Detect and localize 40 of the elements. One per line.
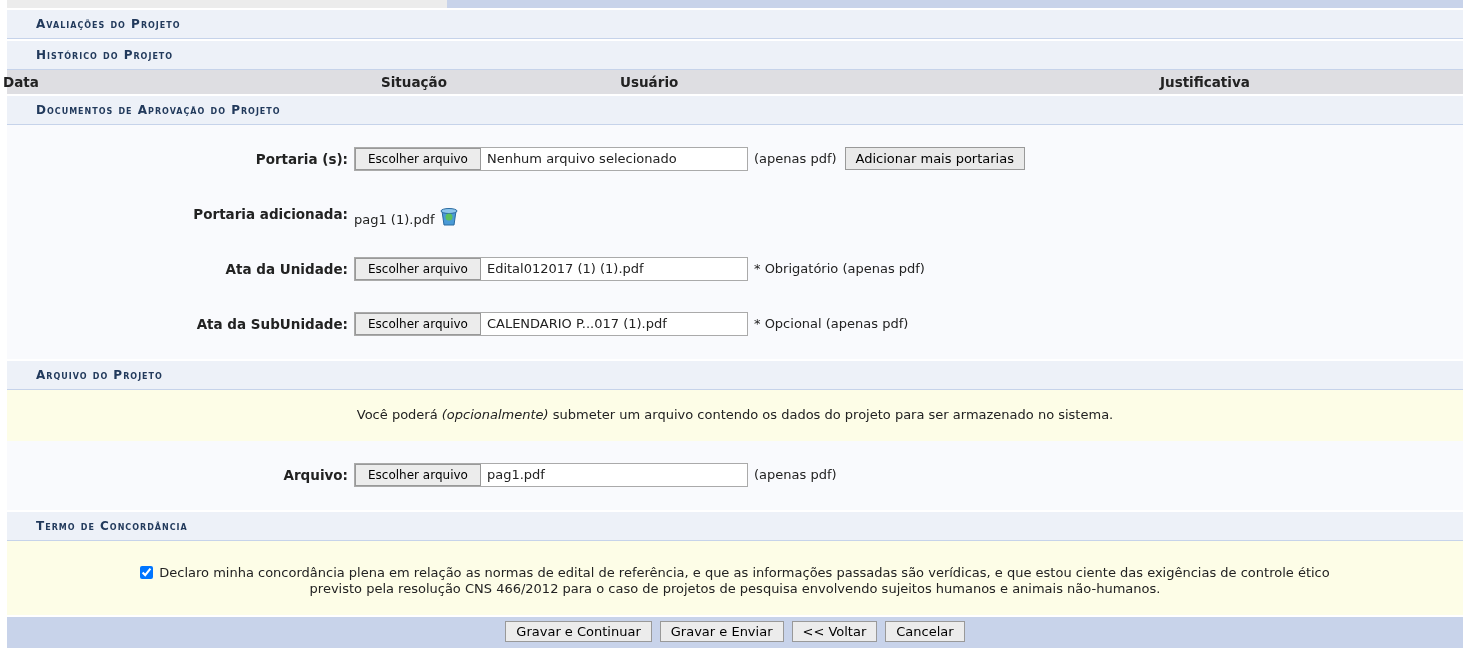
column-header: Situação [380,74,448,90]
column-header: Usuário [619,74,680,90]
field-note: (apenas pdf) [753,467,837,482]
form-button[interactable]: Gravar e Enviar [659,621,784,642]
file-name: CALENDARIO P...017 (1).pdf [485,315,668,333]
file-field[interactable]: Escolher arquivo Nenhum arquivo selecionado [354,146,748,171]
section-title: Avaliações do Projeto [7,8,1463,39]
choose-file-button[interactable]: Escolher arquivo [355,257,481,280]
column-header: Justificativa [1158,74,1251,90]
add-button[interactable]: Adicionar mais portarias [844,147,1025,170]
field-label: Ata da SubUnidade: [195,315,349,332]
agreement-text: Declaro minha concordância plena em relação as normas de edital de referência, e que as informações passadas são verídicas, e que estou ciente das exigências de controle ético previsto pela resolução CNS 466/2012 para o caso de projetos de pesquisa envolvendo sujeitos humanos e animais não-humanos. [159,565,1330,596]
field-label: Ata da Unidade: [224,260,349,277]
notice-text: Você poderá (opcionalmente) submeter um arquivo contendo os dados do projeto para ser armazenado no sistema. [7,390,1463,441]
choose-file-button[interactable]: Escolher arquivo [355,463,481,486]
file-field[interactable]: Escolher arquivo pag1.pdf [354,462,748,487]
section-title: Termo de Concordância [7,510,1463,541]
field-note: (apenas pdf) [753,151,837,166]
field-note: * Obrigatório (apenas pdf) [753,261,925,276]
field-label: Arquivo: [282,466,349,483]
file-name: Edital012017 (1) (1).pdf [485,260,645,278]
form-button[interactable]: Cancelar [885,621,965,642]
section-title: Documentos de Aprovação do Projeto [7,94,1463,125]
section-title: Histórico do Projeto [7,39,1463,70]
file-name: pag1 (1).pdf [354,211,435,227]
agreement-checkbox[interactable] [140,566,154,579]
section-title: Arquivo do Projeto [7,359,1463,390]
file-field[interactable]: Escolher arquivo CALENDARIO P...017 (1).pdf [354,311,748,336]
field-note: * Opcional (apenas pdf) [753,316,909,331]
file-field[interactable]: Escolher arquivo Edital012017 (1) (1).pdf [354,256,748,281]
file-name: pag1.pdf [485,466,546,484]
column-header: Data [2,74,40,90]
form-button[interactable]: Gravar e Continuar [505,621,652,642]
choose-file-button[interactable]: Escolher arquivo [355,312,481,335]
form-button[interactable]: << Voltar [791,621,878,642]
choose-file-button[interactable]: Escolher arquivo [355,147,481,170]
file-name: Nenhum arquivo selecionado [485,150,678,168]
field-label: Portaria adicionada: [192,205,349,222]
trash-icon[interactable] [438,206,459,227]
field-label: Portaria (s): [254,150,349,167]
